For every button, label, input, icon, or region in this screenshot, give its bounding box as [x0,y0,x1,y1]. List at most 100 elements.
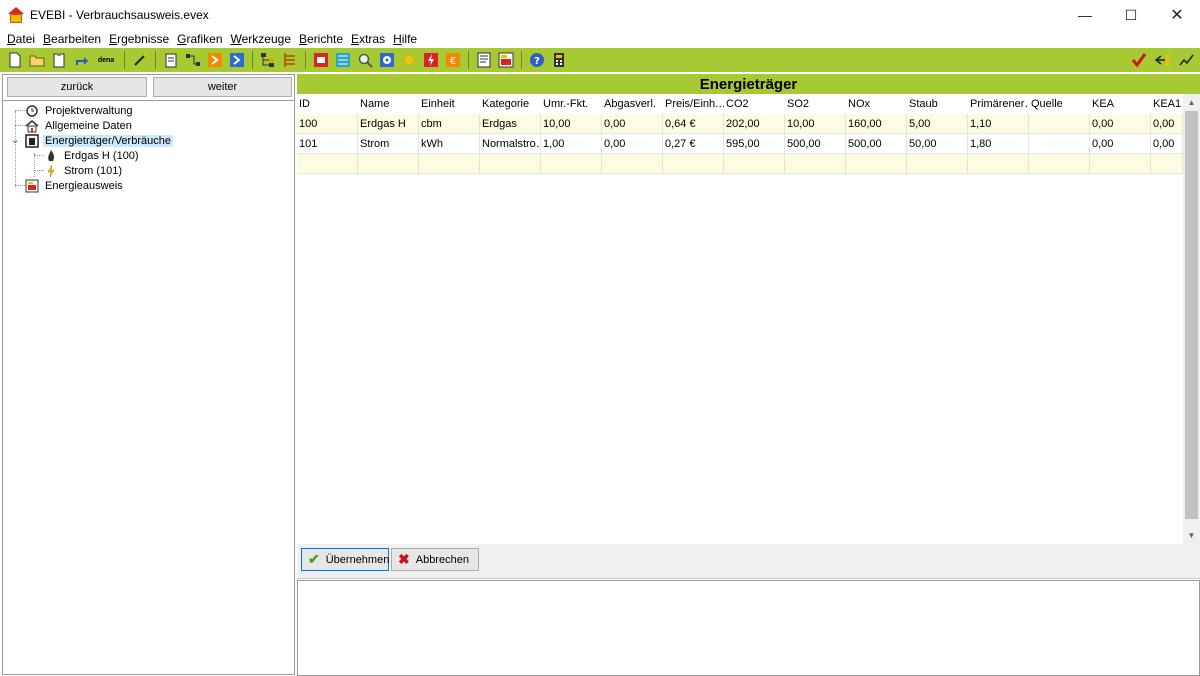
grid-cell[interactable]: 0,27 € [663,134,724,153]
grid-cell[interactable]: 1,80 [968,134,1029,153]
sun-icon[interactable] [400,51,418,69]
grid-cell[interactable]: 595,00 [724,134,785,153]
column-header-id[interactable]: ID [297,94,358,114]
scroll-down-icon[interactable]: ▼ [1183,527,1200,544]
column-header-primaerenergie[interactable]: Primärener… [968,94,1029,114]
grid-cell[interactable] [1029,134,1090,153]
column-header-so2[interactable]: SO2 [785,94,846,114]
menu-bearbeiten[interactable]: Bearbeiten [43,32,101,46]
red-window-icon[interactable] [312,51,330,69]
blue-arrow-icon[interactable] [228,51,246,69]
grid-cell[interactable] [968,154,1029,173]
wand-icon[interactable] [131,51,149,69]
grid-cell[interactable] [663,154,724,173]
grid-cell[interactable]: 1,00 [541,134,602,153]
column-header-name[interactable]: Name [358,94,419,114]
energy-certificate-icon[interactable] [497,51,515,69]
grid-cell[interactable]: 5,00 [907,114,968,133]
grid-cell[interactable] [419,154,480,173]
grid-cell[interactable]: 1,10 [968,114,1029,133]
grid-cell[interactable] [1029,114,1090,133]
heating-grid-icon[interactable] [334,51,352,69]
fan-icon[interactable] [378,51,396,69]
grid-cell[interactable] [1090,154,1151,173]
grid-cell[interactable] [602,154,663,173]
tree-item-strom[interactable]: Strom (101) [3,163,294,178]
grid-cell[interactable] [724,154,785,173]
apply-button[interactable]: ✔ Übernehmen [301,548,389,571]
grid-cell[interactable]: Erdgas [480,114,541,133]
calculator-icon[interactable] [550,51,568,69]
tree-item-energietraeger[interactable]: ⌄ Energieträger/Verbräuche [3,133,294,148]
column-header-kea[interactable]: KEA [1090,94,1151,114]
grid-cell[interactable]: 101 [297,134,358,153]
grid-cell[interactable]: 10,00 [785,114,846,133]
magnifier-icon[interactable] [356,51,374,69]
grid-cell[interactable]: 0,00 [1151,134,1183,153]
help-icon[interactable]: ? [528,51,546,69]
grid-cell[interactable] [541,154,602,173]
list-tree-icon[interactable] [281,51,299,69]
chart-line-icon[interactable] [1178,51,1196,69]
chevron-down-icon[interactable]: ⌄ [11,135,19,146]
grid-cell[interactable]: kWh [419,134,480,153]
grid-cell[interactable]: 0,00 [1090,134,1151,153]
menu-werkzeuge[interactable]: Werkzeuge [231,32,291,46]
grid-cell[interactable] [480,154,541,173]
scrollbar-thumb[interactable] [1185,111,1198,519]
power-lightning-icon[interactable] [422,51,440,69]
column-header-kea1[interactable]: KEA1 [1151,94,1183,114]
tree-item-energieausweis[interactable]: Energieausweis [3,178,294,193]
menu-datei[interactable]: Datei [7,32,35,46]
grid-cell[interactable]: 0,00 [602,114,663,133]
grid-cell[interactable]: 0,00 [1090,114,1151,133]
column-header-staub[interactable]: Staub [907,94,968,114]
grid-cell[interactable] [1151,154,1183,173]
column-header-quelle[interactable]: Quelle [1029,94,1090,114]
grid-cell[interactable]: 202,00 [724,114,785,133]
menu-ergebnisse[interactable]: Ergebnisse [109,32,169,46]
grid-cell[interactable]: 160,00 [846,114,907,133]
column-header-kategorie[interactable]: Kategorie [480,94,541,114]
grid-cell[interactable]: 500,00 [846,134,907,153]
grid-cell[interactable] [785,154,846,173]
column-header-einheit[interactable]: Einheit [419,94,480,114]
menu-hilfe[interactable]: Hilfe [393,32,417,46]
redo-arrow-icon[interactable] [72,51,90,69]
table-row[interactable]: 100 Erdgas H cbm Erdgas 10,00 0,00 0,64 … [297,114,1183,134]
maximize-button[interactable]: ☐ [1108,0,1154,30]
grid-cell[interactable]: 0,64 € [663,114,724,133]
new-file-icon[interactable] [6,51,24,69]
column-header-umrechnungsfaktor[interactable]: Umr.-Fkt. [541,94,602,114]
column-header-preis[interactable]: Preis/Einh.… [663,94,724,114]
close-button[interactable]: ✕ [1154,0,1200,30]
euro-house-icon[interactable]: € [444,51,462,69]
grid-cell[interactable]: 50,00 [907,134,968,153]
table-row[interactable]: 101 Strom kWh Normalstro… 1,00 0,00 0,27… [297,134,1183,154]
grid-cell[interactable]: Erdgas H [358,114,419,133]
back-button[interactable]: zurück [7,77,147,97]
grid-cell[interactable]: 10,00 [541,114,602,133]
cancel-button[interactable]: ✖ Abbrechen [391,548,479,571]
grid-cell[interactable] [1029,154,1090,173]
column-header-abgasverlust[interactable]: Abgasverl. [602,94,663,114]
exit-arrow-icon[interactable] [1154,51,1172,69]
column-header-co2[interactable]: CO2 [724,94,785,114]
grid-cell[interactable]: cbm [419,114,480,133]
forward-button[interactable]: weiter [153,77,292,97]
minimize-button[interactable]: — [1062,0,1108,30]
new-row[interactable] [297,154,1183,174]
grid-cell[interactable] [907,154,968,173]
report-icon[interactable] [475,51,493,69]
grid-cell[interactable]: 0,00 [602,134,663,153]
dena-icon[interactable]: dena [94,51,118,69]
vertical-scrollbar[interactable]: ▲ ▼ [1183,94,1200,544]
open-folder-icon[interactable] [28,51,46,69]
grid-cell[interactable] [846,154,907,173]
menu-grafiken[interactable]: Grafiken [177,32,222,46]
scroll-up-icon[interactable]: ▲ [1183,94,1200,111]
grid-cell[interactable] [358,154,419,173]
tree-item-projektverwaltung[interactable]: Projektverwaltung [3,103,294,118]
tree-item-erdgas[interactable]: Erdgas H (100) [3,148,294,163]
grid-cell[interactable]: Strom [358,134,419,153]
